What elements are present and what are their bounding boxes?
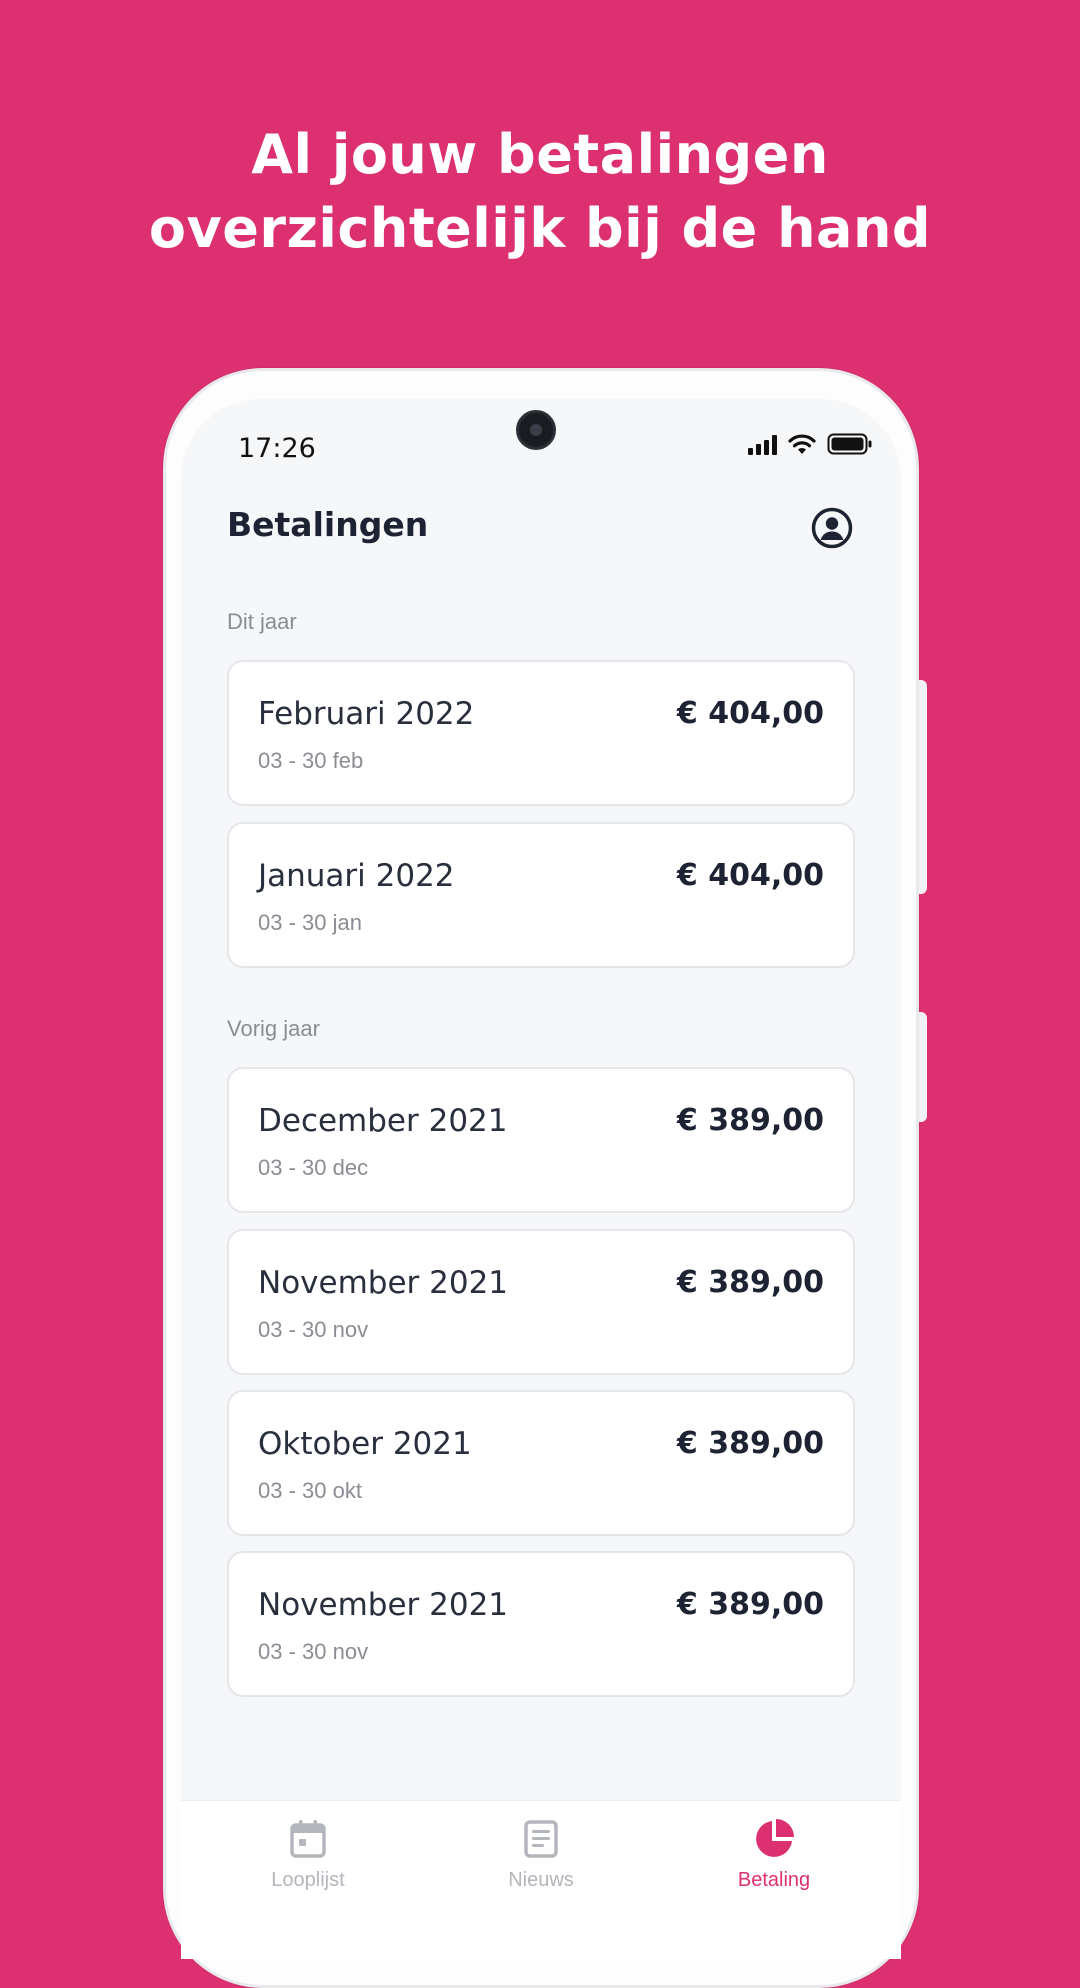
pie-chart-icon bbox=[756, 1819, 794, 1857]
status-time: 17:26 bbox=[238, 433, 316, 464]
signal-icon bbox=[748, 433, 777, 455]
payment-month: November 2021 bbox=[258, 1265, 509, 1301]
promo-headline-line-2: overzichtelijk bij de hand bbox=[148, 197, 932, 260]
payment-range: 03 - 30 nov bbox=[258, 1317, 369, 1342]
phone-side-button bbox=[919, 680, 927, 894]
payment-amount: € 389,00 bbox=[676, 1265, 824, 1300]
payment-amount: € 404,00 bbox=[676, 696, 824, 731]
tab-label: Nieuws bbox=[508, 1869, 574, 1891]
promo-headline: Al jouw betalingen overzichtelijk bij de… bbox=[0, 118, 1080, 266]
calendar-icon bbox=[290, 1820, 326, 1858]
tab-label: Looplijst bbox=[271, 1869, 345, 1891]
payment-card[interactable]: Februari 2022 03 - 30 feb € 404,00 bbox=[227, 660, 855, 806]
payment-month: Januari 2022 bbox=[258, 858, 455, 894]
payment-amount: € 389,00 bbox=[676, 1426, 824, 1461]
payment-range: 03 - 30 feb bbox=[258, 748, 364, 773]
payment-month: November 2021 bbox=[258, 1587, 509, 1623]
phone-side-button bbox=[919, 1012, 927, 1122]
payment-range: 03 - 30 okt bbox=[258, 1478, 362, 1503]
promo-headline-line-1: Al jouw betalingen bbox=[251, 123, 829, 186]
payment-range: 03 - 30 jan bbox=[258, 910, 362, 935]
payment-amount: € 404,00 bbox=[676, 858, 824, 893]
app-screen: 17:26 Betalingen Dit jaar Februari 2022 … bbox=[181, 399, 901, 1959]
payment-card[interactable]: November 2021 03 - 30 nov € 389,00 bbox=[227, 1229, 855, 1375]
payment-month: December 2021 bbox=[258, 1103, 508, 1139]
payment-range: 03 - 30 dec bbox=[258, 1155, 369, 1180]
payment-card[interactable]: November 2021 03 - 30 nov € 389,00 bbox=[227, 1551, 855, 1697]
payment-card[interactable]: December 2021 03 - 30 dec € 389,00 bbox=[227, 1067, 855, 1213]
tab-nieuws[interactable]: Nieuws bbox=[421, 1801, 661, 1959]
payment-range: 03 - 30 nov bbox=[258, 1639, 369, 1664]
document-icon bbox=[524, 1820, 558, 1858]
payment-card[interactable]: Oktober 2021 03 - 30 okt € 389,00 bbox=[227, 1390, 855, 1536]
page-title: Betalingen bbox=[227, 505, 429, 544]
payment-amount: € 389,00 bbox=[676, 1587, 824, 1622]
payment-amount: € 389,00 bbox=[676, 1103, 824, 1138]
tab-label: Betaling bbox=[737, 1869, 811, 1891]
status-icons bbox=[748, 429, 873, 459]
section-label-last-year: Vorig jaar bbox=[227, 1016, 320, 1041]
payment-month: Februari 2022 bbox=[258, 696, 475, 732]
front-camera bbox=[516, 410, 556, 450]
payment-month: Oktober 2021 bbox=[258, 1426, 472, 1462]
payment-card[interactable]: Januari 2022 03 - 30 jan € 404,00 bbox=[227, 822, 855, 968]
section-label-this-year: Dit jaar bbox=[227, 609, 297, 634]
battery-icon bbox=[827, 433, 872, 455]
bottom-tab-bar: Looplijst Nieuws Betaling bbox=[181, 1800, 901, 1959]
tab-looplijst[interactable]: Looplijst bbox=[188, 1801, 428, 1959]
wifi-icon bbox=[788, 434, 816, 454]
account-circle-icon[interactable] bbox=[811, 507, 853, 549]
tab-betaling[interactable]: Betaling bbox=[654, 1801, 894, 1959]
